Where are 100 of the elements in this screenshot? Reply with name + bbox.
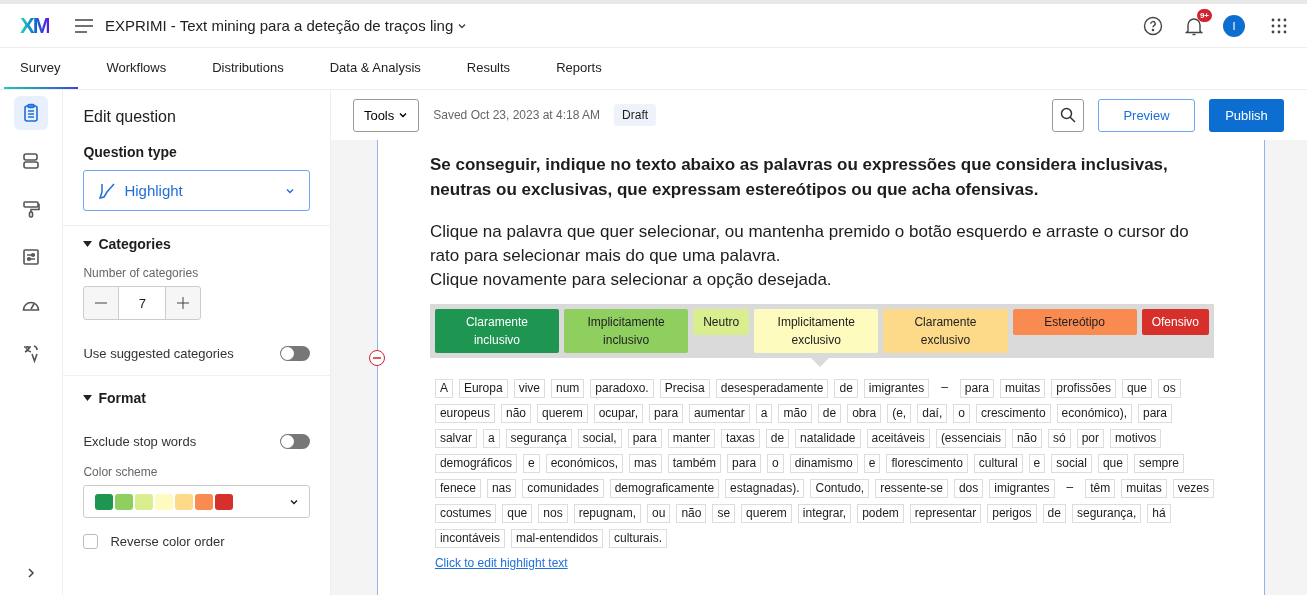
text-token[interactable]: demograficamente bbox=[609, 479, 720, 498]
text-token[interactable]: perigos bbox=[987, 504, 1037, 523]
edit-highlight-link[interactable]: Click to edit highlight text bbox=[434, 556, 568, 570]
text-token[interactable]: de bbox=[765, 429, 790, 448]
text-token[interactable]: aceitáveis bbox=[866, 429, 930, 448]
text-token[interactable]: segurança, bbox=[1071, 504, 1142, 523]
text-token[interactable]: social, bbox=[577, 429, 622, 448]
section-heading[interactable]: Categories bbox=[83, 236, 310, 252]
text-token[interactable]: obra bbox=[847, 404, 882, 423]
text-token[interactable]: o bbox=[767, 454, 784, 473]
text-token[interactable]: imigrantes bbox=[863, 379, 930, 398]
text-token[interactable]: para bbox=[1138, 404, 1172, 423]
text-token[interactable]: vive bbox=[513, 379, 545, 398]
text-token[interactable]: (essenciais bbox=[935, 429, 1006, 448]
text-token[interactable]: motivos bbox=[1109, 429, 1162, 448]
text-token[interactable]: estagnadas). bbox=[725, 479, 805, 498]
category-stepper[interactable]: 7 bbox=[83, 286, 202, 320]
text-token[interactable]: não bbox=[1011, 429, 1042, 448]
text-token[interactable]: de bbox=[834, 379, 858, 398]
text-token[interactable]: que bbox=[1097, 454, 1128, 473]
text-token[interactable]: podem bbox=[857, 504, 904, 523]
text-token[interactable]: Precisa bbox=[659, 379, 710, 398]
text-token[interactable]: têm bbox=[1085, 479, 1116, 498]
text-token[interactable]: a bbox=[482, 429, 500, 448]
text-token[interactable]: florescimento bbox=[886, 454, 968, 473]
project-title[interactable]: EXPRIMI - Text mining para a deteção de traços linɡ bbox=[105, 17, 454, 34]
text-token[interactable]: a bbox=[755, 404, 773, 423]
text-token[interactable]: Contudo, bbox=[810, 479, 870, 498]
text-token[interactable]: por bbox=[1076, 429, 1104, 448]
text-token[interactable]: não bbox=[676, 504, 707, 523]
text-token[interactable]: integrar, bbox=[797, 504, 852, 523]
text-token[interactable]: para bbox=[627, 429, 662, 448]
text-token[interactable]: profissões bbox=[1051, 379, 1116, 398]
text-token[interactable]: natalidade bbox=[795, 429, 861, 448]
text-token[interactable]: não bbox=[500, 404, 531, 423]
text-token[interactable]: fenece bbox=[434, 479, 481, 498]
text-token[interactable]: mal-entendidos bbox=[510, 529, 603, 548]
nav-tab[interactable]: Results bbox=[450, 48, 529, 89]
text-token[interactable]: num bbox=[550, 379, 585, 398]
text-token[interactable]: e bbox=[1028, 454, 1046, 473]
text-token[interactable]: mas bbox=[629, 454, 662, 473]
text-token[interactable]: daí, bbox=[917, 404, 948, 423]
text-token[interactable]: europeus bbox=[434, 404, 495, 423]
text-token[interactable]: manter bbox=[667, 429, 716, 448]
text-token[interactable]: de bbox=[817, 404, 842, 423]
nav-tab[interactable]: Data & Analysis bbox=[313, 48, 439, 89]
text-token[interactable]: demográficos bbox=[434, 454, 517, 473]
text-token[interactable]: de bbox=[1042, 504, 1066, 523]
text-token[interactable]: muitas bbox=[1121, 479, 1167, 498]
text-token[interactable]: costumes bbox=[434, 504, 497, 523]
text-token[interactable]: sempre bbox=[1133, 454, 1184, 473]
category-option[interactable]: Ofensivo bbox=[1141, 309, 1209, 335]
text-token[interactable]: económico), bbox=[1056, 404, 1132, 423]
category-option[interactable]: Neutro bbox=[693, 309, 750, 335]
text-token[interactable]: dos bbox=[953, 479, 984, 498]
preview-button[interactable]: Preview bbox=[1098, 98, 1195, 132]
category-option[interactable]: Implicitamente inclusivo bbox=[564, 309, 689, 353]
category-option[interactable]: Claramente exclusivo bbox=[883, 309, 1008, 353]
text-token[interactable]: representar bbox=[909, 504, 982, 523]
text-token[interactable]: querem bbox=[741, 504, 792, 523]
text-token[interactable]: Europa bbox=[458, 379, 508, 398]
text-token[interactable]: social bbox=[1051, 454, 1092, 473]
text-token[interactable]: económicos, bbox=[545, 454, 623, 473]
text-token[interactable]: que bbox=[1121, 379, 1152, 398]
text-token[interactable]: que bbox=[502, 504, 533, 523]
text-token[interactable]: desesperadamente bbox=[715, 379, 829, 398]
text-token[interactable]: incontáveis bbox=[434, 529, 505, 548]
nav-tab[interactable]: Survey bbox=[4, 48, 79, 89]
text-token[interactable]: imigrantes bbox=[989, 479, 1055, 498]
text-token[interactable]: querem bbox=[537, 404, 588, 423]
text-token[interactable]: nas bbox=[486, 479, 517, 498]
text-token[interactable]: segurança bbox=[505, 429, 572, 448]
question-type-select[interactable]: Highlight bbox=[83, 170, 310, 211]
nav-tab[interactable]: Reports bbox=[540, 48, 620, 89]
nav-tab[interactable]: Distributions bbox=[196, 48, 302, 89]
text-token[interactable]: repugnam, bbox=[573, 504, 642, 523]
text-token[interactable]: culturais. bbox=[609, 529, 668, 548]
text-token[interactable]: o bbox=[953, 404, 970, 423]
text-token[interactable]: A bbox=[434, 379, 453, 398]
text-token[interactable]: (e, bbox=[887, 404, 912, 423]
text-token[interactable]: aumentar bbox=[689, 404, 750, 423]
text-token[interactable]: salvar bbox=[434, 429, 477, 448]
text-token[interactable]: paradoxo. bbox=[590, 379, 654, 398]
text-token[interactable]: e bbox=[522, 454, 540, 473]
text-token[interactable]: para bbox=[649, 404, 684, 423]
category-option[interactable]: Implicitamente exclusivo bbox=[754, 309, 879, 353]
tools-button[interactable]: Tools bbox=[352, 98, 420, 132]
category-option[interactable]: Claramente inclusivo bbox=[434, 309, 560, 353]
text-token[interactable]: e bbox=[863, 454, 881, 473]
user-avatar[interactable]: I bbox=[1223, 14, 1245, 37]
text-token[interactable]: nos bbox=[538, 504, 568, 523]
text-token[interactable]: taxas bbox=[721, 429, 760, 448]
text-token[interactable]: se bbox=[712, 504, 736, 523]
text-token[interactable]: muitas bbox=[999, 379, 1046, 398]
category-option[interactable]: Estereótipo bbox=[1012, 309, 1137, 335]
text-token[interactable]: dinamismo bbox=[789, 454, 858, 473]
text-token[interactable]: comunidades bbox=[522, 479, 604, 498]
text-token[interactable]: crescimento bbox=[975, 404, 1051, 423]
text-token[interactable]: os bbox=[1157, 379, 1181, 398]
text-token[interactable]: só bbox=[1047, 429, 1071, 448]
